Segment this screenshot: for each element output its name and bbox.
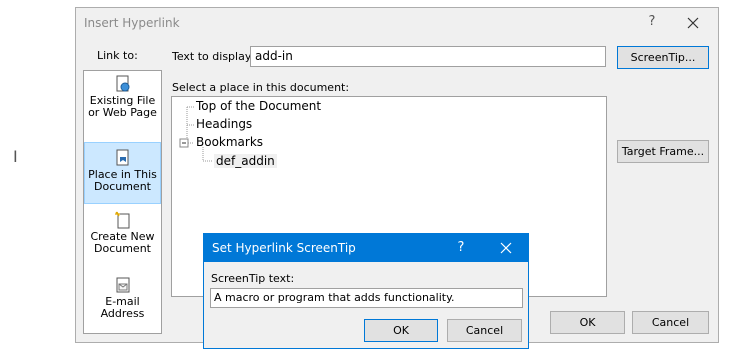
help-button[interactable]: ? — [642, 12, 662, 32]
text-to-display-input[interactable]: add-in — [250, 46, 606, 67]
link-to-label-existing: Existing File or Web Page — [88, 94, 157, 119]
dialog-title: Insert Hyperlink — [84, 16, 180, 30]
link-to-label-create: Create New Document — [90, 230, 155, 255]
screentip-dialog: Set Hyperlink ScreenTip ? ScreenTip text… — [203, 233, 529, 349]
link-to-label-place: Place in This Document — [88, 168, 157, 193]
link-to-create-new[interactable]: Create New Document — [85, 211, 160, 273]
link-to-email[interactable]: E-mail Address — [85, 276, 160, 338]
tree-item-top-of-document[interactable]: Top of the Document — [196, 99, 321, 113]
screentip-text-label: ScreenTip text: — [211, 272, 295, 285]
screentip-cancel-button[interactable]: Cancel — [447, 319, 522, 342]
link-to-label: Link to: — [97, 49, 138, 62]
screentip-help-button[interactable]: ? — [451, 238, 471, 258]
screentip-text-input[interactable]: A macro or program that adds functionali… — [210, 288, 523, 308]
cancel-button[interactable]: Cancel — [632, 311, 709, 334]
text-to-display-label: Text to display: — [172, 50, 255, 63]
link-to-existing-file[interactable]: Existing File or Web Page — [85, 75, 160, 137]
link-to-label-email: E-mail Address — [100, 295, 145, 320]
new-document-icon — [114, 211, 129, 229]
close-icon[interactable] — [681, 12, 705, 34]
document-bookmark-icon — [116, 149, 128, 166]
text-cursor-icon: I — [13, 147, 18, 166]
screentip-dialog-title: Set Hyperlink ScreenTip — [212, 241, 356, 255]
tree-item-def-addin[interactable]: def_addin — [214, 154, 277, 168]
screentip-dialog-titlebar: Set Hyperlink ScreenTip ? — [204, 234, 528, 262]
tree-item-bookmarks[interactable]: Bookmarks — [196, 135, 263, 149]
screentip-button[interactable]: ScreenTip... — [617, 46, 709, 69]
select-place-label: Select a place in this document: — [172, 81, 350, 94]
ok-button[interactable]: OK — [550, 311, 625, 334]
globe-file-icon — [116, 75, 129, 92]
email-icon — [116, 277, 129, 293]
link-to-panel: Existing File or Web Page Place in This … — [83, 70, 162, 334]
tree-item-headings[interactable]: Headings — [196, 117, 252, 131]
screentip-close-icon[interactable] — [494, 237, 518, 259]
link-to-place-in-document[interactable]: Place in This Document — [84, 142, 161, 204]
screentip-ok-button[interactable]: OK — [364, 319, 438, 342]
target-frame-button[interactable]: Target Frame... — [617, 140, 709, 163]
